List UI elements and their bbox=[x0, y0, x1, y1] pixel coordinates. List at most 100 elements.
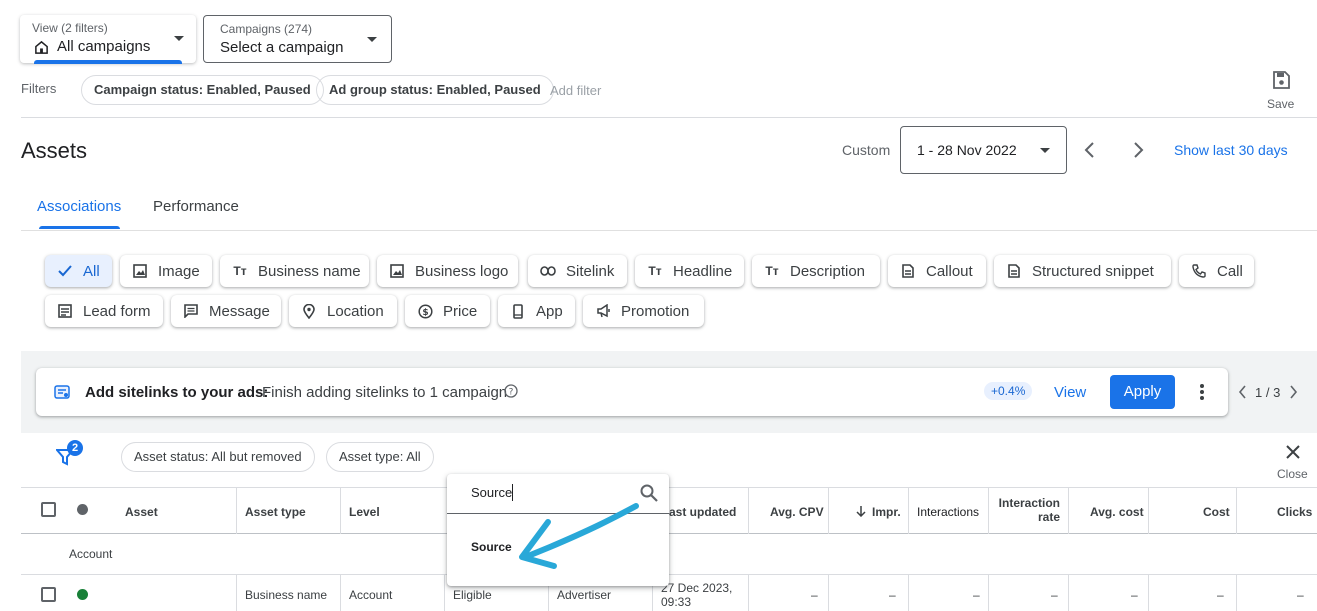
asset-chip-promotion[interactable]: Promotion bbox=[583, 295, 704, 327]
chevron-down-icon bbox=[174, 36, 184, 41]
asset-chip-image[interactable]: Image bbox=[120, 255, 212, 287]
column-header-impr[interactable]: Impr. bbox=[872, 490, 901, 534]
column-divider bbox=[1236, 575, 1237, 611]
selected-indicator bbox=[34, 60, 182, 64]
divider bbox=[21, 117, 1317, 118]
cell-avg-cost: – bbox=[1131, 588, 1138, 602]
filter-chip-ad-group-status[interactable]: Ad group status: Enabled, Paused bbox=[316, 75, 554, 105]
filter-chip-asset-type[interactable]: Asset type: All bbox=[326, 442, 434, 472]
cell-last-updated-date: 27 Dec 2023, bbox=[661, 581, 733, 595]
message-icon bbox=[183, 303, 199, 319]
asset-chip-label: Structured snippet bbox=[1032, 262, 1154, 280]
asset-chip-label: Promotion bbox=[621, 302, 690, 320]
help-icon[interactable]: ? bbox=[504, 384, 518, 398]
page-title: Assets bbox=[21, 138, 88, 163]
asset-chip-business-logo[interactable]: Business logo bbox=[377, 255, 518, 287]
column-divider bbox=[828, 575, 829, 611]
column-header-asset-type[interactable]: Asset type bbox=[245, 490, 306, 534]
cell-impr: – bbox=[889, 588, 896, 602]
view-dropdown[interactable]: View (2 filters) All campaigns bbox=[20, 15, 196, 64]
annotation-arrow bbox=[519, 503, 639, 569]
column-header-avg-cpv[interactable]: Avg. CPV bbox=[770, 490, 824, 534]
cell-clicks: – bbox=[1297, 588, 1304, 602]
asset-chip-price[interactable]: $ Price bbox=[405, 295, 490, 327]
cell-asset-type: Business name bbox=[245, 588, 328, 602]
status-enabled-icon bbox=[77, 589, 88, 600]
more-vert-icon[interactable] bbox=[1198, 383, 1206, 401]
cell-level: Account bbox=[349, 588, 393, 602]
view-recommendation-button[interactable]: View bbox=[1054, 384, 1086, 401]
column-header-level[interactable]: Level bbox=[349, 490, 380, 534]
asset-chip-message[interactable]: Message bbox=[171, 295, 281, 327]
column-header-last-updated[interactable]: ast updated bbox=[669, 490, 736, 534]
svg-text:$: $ bbox=[422, 308, 428, 318]
asset-chip-label: All bbox=[83, 262, 100, 280]
column-header-clicks[interactable]: Clicks bbox=[1277, 490, 1312, 534]
column-divider bbox=[1236, 488, 1237, 534]
column-divider bbox=[340, 575, 341, 611]
previous-recommendation-button[interactable] bbox=[1238, 385, 1247, 399]
column-divider bbox=[1068, 488, 1069, 534]
cell-cost: – bbox=[1217, 588, 1224, 602]
asset-chip-label: Headline bbox=[673, 262, 733, 280]
asset-chip-label: Location bbox=[327, 302, 384, 320]
column-divider bbox=[444, 575, 445, 611]
select-all-checkbox[interactable] bbox=[41, 502, 56, 517]
recommendation-text: Finish adding sitelinks to 1 campaign bbox=[262, 384, 508, 401]
campaigns-dropdown-value: Select a campaign bbox=[220, 39, 344, 56]
campaigns-dropdown-label: Campaigns (274) bbox=[220, 22, 313, 36]
campaigns-dropdown[interactable]: Campaigns (274) Select a campaign bbox=[203, 15, 392, 63]
asset-chip-sitelink[interactable]: Sitelink bbox=[528, 255, 627, 287]
table-top-border bbox=[21, 487, 1317, 488]
filter-chip-asset-status[interactable]: Asset status: All but removed bbox=[121, 442, 315, 472]
column-header-interaction-rate[interactable]: Interaction rate bbox=[990, 496, 1060, 524]
show-last-30-days-link[interactable]: Show last 30 days bbox=[1174, 142, 1288, 158]
next-period-button[interactable] bbox=[1131, 141, 1145, 159]
tab-performance[interactable]: Performance bbox=[153, 198, 239, 215]
text-icon: Tт bbox=[648, 264, 662, 278]
text-icon: Tт bbox=[765, 264, 779, 278]
asset-chip-location[interactable]: Location bbox=[289, 295, 397, 327]
asset-chip-app[interactable]: App bbox=[498, 295, 575, 327]
save-icon bbox=[1271, 70, 1291, 90]
tab-associations[interactable]: Associations bbox=[37, 198, 121, 215]
cell-status: Eligible bbox=[453, 588, 492, 602]
save-button[interactable]: Save bbox=[1264, 68, 1298, 112]
group-row-label: Account bbox=[69, 547, 113, 561]
column-header-avg-cost[interactable]: Avg. cost bbox=[1090, 490, 1144, 534]
column-header-cost[interactable]: Cost bbox=[1203, 490, 1230, 534]
date-range-picker[interactable]: 1 - 28 Nov 2022 bbox=[900, 126, 1067, 174]
asset-chip-business-name[interactable]: Tт Business name bbox=[220, 255, 369, 287]
asset-chip-callout[interactable]: Callout bbox=[888, 255, 986, 287]
asset-chip-headline[interactable]: Tт Headline bbox=[635, 255, 744, 287]
asset-chip-lead-form[interactable]: Lead form bbox=[45, 295, 163, 327]
view-dropdown-label: View (2 filters) bbox=[32, 21, 108, 35]
document-icon bbox=[900, 263, 916, 279]
date-range-value: 1 - 28 Nov 2022 bbox=[917, 142, 1017, 158]
svg-text:?: ? bbox=[509, 388, 514, 398]
filters-label: Filters bbox=[21, 81, 57, 96]
close-filter-button[interactable]: Close bbox=[1276, 442, 1310, 482]
asset-chip-label: Business name bbox=[258, 262, 361, 280]
apply-button[interactable]: Apply bbox=[1110, 375, 1175, 409]
asset-chip-label: Image bbox=[158, 262, 200, 280]
filter-chip-campaign-status[interactable]: Campaign status: Enabled, Paused bbox=[81, 75, 324, 105]
column-search-result[interactable]: Source bbox=[471, 540, 512, 554]
asset-chip-structured-snippet[interactable]: Structured snippet bbox=[994, 255, 1171, 287]
text-cursor bbox=[512, 484, 513, 501]
column-search-input[interactable]: Source bbox=[471, 485, 512, 500]
row-checkbox[interactable] bbox=[41, 587, 56, 602]
asset-chip-call[interactable]: Call bbox=[1179, 255, 1254, 287]
asset-chip-description[interactable]: Tт Description bbox=[752, 255, 880, 287]
asset-chip-label: App bbox=[536, 302, 563, 320]
asset-chip-label: Business logo bbox=[415, 262, 509, 280]
cell-source: Advertiser bbox=[557, 588, 612, 602]
add-filter-button[interactable]: Add filter bbox=[550, 83, 601, 98]
cell-interaction-rate: – bbox=[1051, 588, 1058, 602]
column-header-asset[interactable]: Asset bbox=[125, 490, 158, 534]
asset-chip-all[interactable]: All bbox=[45, 255, 112, 287]
next-recommendation-button[interactable] bbox=[1289, 385, 1298, 399]
previous-period-button[interactable] bbox=[1083, 141, 1097, 159]
chevron-down-icon bbox=[1040, 148, 1050, 153]
column-header-interactions[interactable]: Interactions bbox=[917, 490, 979, 534]
